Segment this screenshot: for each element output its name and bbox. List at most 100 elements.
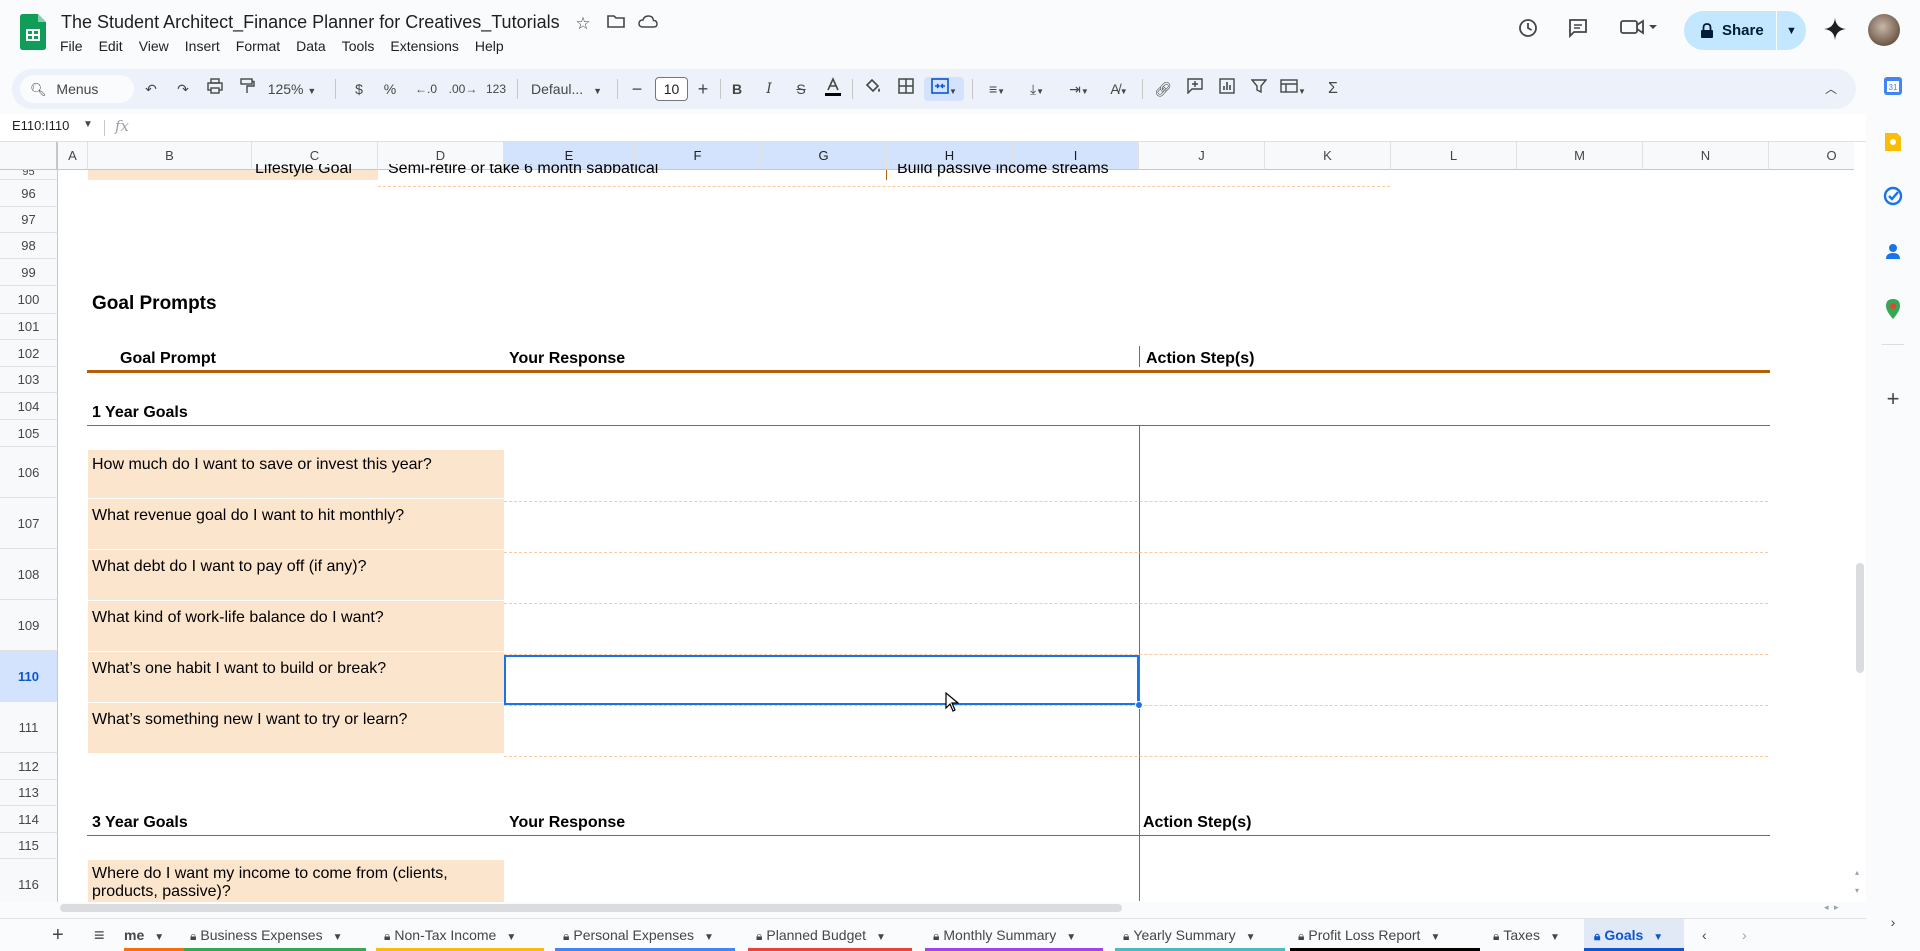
text-color-icon[interactable] [822,77,844,101]
selected-cell-range[interactable] [504,655,1139,705]
scroll-down-arrow-icon[interactable]: ▾ [1855,886,1859,895]
increase-decimal-button[interactable]: .00→ [446,77,480,101]
response-cell[interactable] [504,499,1139,550]
horizontal-scroll-thumb[interactable] [60,904,1122,912]
row-header[interactable]: 103 [0,367,58,393]
paint-format-icon[interactable] [236,77,258,101]
row-header[interactable]: 112 [0,753,58,780]
text-wrapping-icon[interactable]: ⇥▼ [1062,77,1096,101]
menu-file[interactable]: File [52,36,91,58]
move-folder-icon[interactable] [605,13,627,35]
row-header[interactable]: 114 [0,806,58,833]
menu-format[interactable]: Format [228,36,288,58]
collapse-toolbar-icon[interactable]: ︿ [1820,77,1842,101]
column-header[interactable]: M [1517,142,1643,170]
font-size-input[interactable]: 10 [655,77,688,101]
sheet-tab[interactable]: 🔒︎ Business Expenses ▼ [184,919,366,951]
column-header[interactable]: K [1265,142,1391,170]
comments-icon[interactable] [1565,17,1591,43]
share-dropdown-icon[interactable]: ▼ [1777,25,1806,37]
insert-link-icon[interactable]: 🔗︎ [1152,77,1174,101]
redo-icon[interactable]: ↷ [172,77,194,101]
font-select[interactable]: Defaul... ▼ [527,77,611,101]
fill-color-icon[interactable] [862,77,884,101]
menu-tools[interactable]: Tools [334,36,383,58]
row-header[interactable]: 99 [0,259,58,286]
merge-cells-icon[interactable]: ▼ [924,77,964,101]
text-rotation-icon[interactable]: A̸▼ [1102,77,1136,101]
menu-insert[interactable]: Insert [177,36,228,58]
column-header[interactable]: N [1643,142,1769,170]
sheet-tab-active[interactable]: 🔒︎ Goals ▼ [1584,919,1684,951]
column-header[interactable]: G [761,142,887,170]
star-icon[interactable]: ☆ [572,13,594,35]
response-cell[interactable] [504,550,1139,601]
menu-extensions[interactable]: Extensions [382,36,466,58]
column-header[interactable]: L [1391,142,1517,170]
vertical-scrollbar[interactable] [1854,142,1866,902]
row-header[interactable]: 97 [0,207,58,233]
keep-icon[interactable] [1881,132,1905,156]
all-sheets-icon[interactable]: ≡ [94,919,114,951]
functions-button[interactable]: Σ [1322,77,1344,101]
filter-icon[interactable] [1248,77,1270,101]
response-cell[interactable] [504,448,1139,499]
row-header[interactable]: 111 [0,702,58,753]
menu-help[interactable]: Help [467,36,512,58]
response-cell[interactable] [504,601,1139,652]
scroll-tabs-right-icon[interactable]: › [1742,919,1762,951]
increase-font-size-icon[interactable]: + [692,77,714,101]
calendar-icon[interactable]: 31 [1881,76,1905,100]
strikethrough-button[interactable]: S [790,77,812,101]
scroll-right-arrow-icon[interactable]: ▸ [1834,902,1839,913]
vertical-scroll-thumb[interactable] [1856,563,1864,673]
scroll-tabs-left-icon[interactable]: ‹ [1702,919,1722,951]
sheet-tab[interactable]: me ▼ [124,919,184,951]
bold-button[interactable]: B [726,77,748,101]
sheets-logo-icon[interactable] [20,14,46,50]
sheet-tab[interactable]: 🔒︎ Non-Tax Income ▼ [376,919,544,951]
row-header[interactable]: 104 [0,393,58,420]
version-history-icon[interactable] [1515,17,1541,43]
column-header[interactable]: O [1769,142,1866,170]
insert-comment-icon[interactable] [1184,77,1206,101]
row-header[interactable]: 95 [0,170,58,180]
get-add-ons-icon[interactable]: + [1881,387,1905,411]
response-cell[interactable] [504,703,1139,754]
percent-format-button[interactable]: % [379,77,401,101]
row-header-selected[interactable]: 110 [0,651,58,702]
row-header[interactable]: 102 [0,340,58,367]
formula-input[interactable] [145,118,1845,138]
italic-button[interactable]: I [758,77,780,101]
sheet-tab[interactable]: 🔒︎ Yearly Summary ▼ [1115,919,1285,951]
meet-icon[interactable] [1617,17,1661,43]
decrease-decimal-button[interactable]: ←.0 [412,77,440,101]
horizontal-align-icon[interactable]: ≡▼ [980,77,1014,101]
row-header[interactable]: 107 [0,498,58,549]
maps-icon[interactable] [1881,298,1905,322]
menus-search[interactable]: 🔍︎ Menus [20,75,134,103]
row-header[interactable]: 100 [0,286,58,314]
contacts-icon[interactable] [1881,242,1905,266]
decrease-font-size-icon[interactable]: − [626,77,648,101]
borders-icon[interactable] [895,77,917,101]
name-box-dropdown-icon[interactable]: ▼ [83,119,93,130]
row-header[interactable]: 108 [0,549,58,600]
tasks-icon[interactable] [1881,186,1905,210]
scroll-left-arrow-icon[interactable]: ◂ [1824,902,1829,913]
row-header[interactable]: 106 [0,447,58,498]
insert-chart-icon[interactable] [1216,77,1238,101]
menu-edit[interactable]: Edit [91,36,131,58]
row-header[interactable]: 96 [0,180,58,207]
menu-data[interactable]: Data [288,36,334,58]
scroll-up-arrow-icon[interactable]: ▴ [1855,868,1859,877]
name-box[interactable]: E110:I110 [12,118,69,133]
menu-view[interactable]: View [131,36,177,58]
filter-views-icon[interactable]: ▼ [1276,77,1310,101]
share-main-button[interactable]: Share [1684,11,1776,50]
sheet-tab[interactable]: 🔒︎ Planned Budget ▼ [748,919,912,951]
row-header[interactable]: 109 [0,600,58,651]
row-header[interactable]: 105 [0,420,58,447]
select-all-corner[interactable] [0,142,58,170]
column-header[interactable]: J [1139,142,1265,170]
